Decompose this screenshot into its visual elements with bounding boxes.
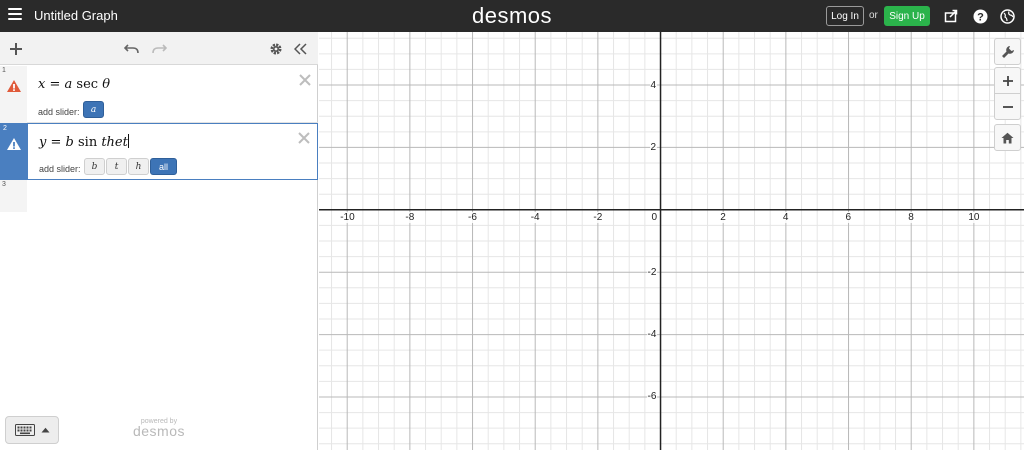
expression-panel: 1 x = a sec θ add slider: a 2 y = b sin … [0,32,318,450]
globe-icon[interactable] [998,7,1016,25]
y-tick-label: -2 [646,266,658,278]
signup-button[interactable]: Sign Up [884,6,930,26]
collapse-icon[interactable] [291,39,311,59]
graph-grid[interactable] [319,32,1024,450]
x-tick-label: -2 [592,211,604,223]
x-tick-label: -4 [529,211,541,223]
row-number: 3 [2,181,6,188]
x-tick-label: -6 [467,211,478,223]
zoom-out-button[interactable] [994,93,1021,120]
expression-row-1[interactable]: 1 x = a sec θ add slider: a [0,66,318,123]
login-button[interactable]: Log In [826,6,864,26]
keyboard-icon [14,424,35,436]
settings-icon[interactable] [266,39,286,59]
expression-row-3[interactable]: 3 [0,180,318,212]
error-triangle-icon[interactable] [6,79,22,93]
x-tick-label: 4 [781,211,790,223]
keyboard-toggle-button[interactable] [5,416,59,444]
delete-expression-icon[interactable] [298,73,312,87]
x-tick-label: -8 [404,211,416,223]
warning-triangle-icon[interactable] [6,137,22,151]
home-icon [1001,132,1014,143]
slider-button-all[interactable]: all [150,158,177,175]
expression-row-2[interactable]: 2 y = b sin thet add slider: b t h all [0,123,318,180]
add-slider-label: add slider: [39,164,81,174]
add-slider-label: add slider: [38,107,80,117]
panel-header [0,32,318,65]
slider-button-a[interactable]: a [83,101,104,118]
slider-button-b[interactable]: b [84,158,105,175]
y-tick-label: 4 [649,79,658,91]
undo-icon[interactable] [122,39,142,59]
wrench-icon [1001,45,1014,58]
text-cursor [127,134,129,148]
x-tick-label: 10 [967,211,981,223]
add-icon[interactable] [6,39,26,59]
help-icon[interactable]: ? [971,7,989,25]
or-label: or [869,10,878,21]
y-tick-label: -6 [646,391,658,403]
graph-settings-button[interactable] [994,38,1021,65]
zoom-in-icon [1002,75,1013,86]
powered-by-brand: desmos [132,423,186,439]
menu-icon[interactable] [8,8,22,22]
expression-input[interactable]: x = a sec θ [38,77,110,92]
share-icon[interactable] [942,7,960,25]
redo-icon[interactable] [149,39,169,59]
home-button[interactable] [994,124,1021,151]
zoom-out-icon [1002,105,1013,108]
graph-title[interactable]: Untitled Graph [34,8,118,23]
x-tick-label: 0 [650,211,659,223]
zoom-in-button[interactable] [994,67,1021,94]
x-tick-label: 2 [719,211,727,223]
x-tick-label: -10 [339,211,356,223]
y-tick-label: -4 [646,329,658,341]
slider-button-h[interactable]: h [128,158,149,175]
x-tick-label: 6 [844,211,853,223]
svg-text:?: ? [977,11,984,23]
slider-button-t[interactable]: t [106,158,127,175]
y-tick-label: 2 [649,141,658,153]
expression-input[interactable]: y = b sin thet [39,134,129,150]
caret-up-icon [41,427,49,433]
x-tick-label: 8 [907,211,915,223]
delete-expression-icon[interactable] [297,131,311,145]
top-bar: Untitled Graph desmos Log In or Sign Up … [0,0,1024,32]
powered-by-desmos[interactable]: powered by desmos [130,418,188,439]
graph-canvas[interactable]: -10 -8 -6 -4 -2 0 2 4 6 8 10 4 2 -2 -4 -6 [319,32,1024,450]
